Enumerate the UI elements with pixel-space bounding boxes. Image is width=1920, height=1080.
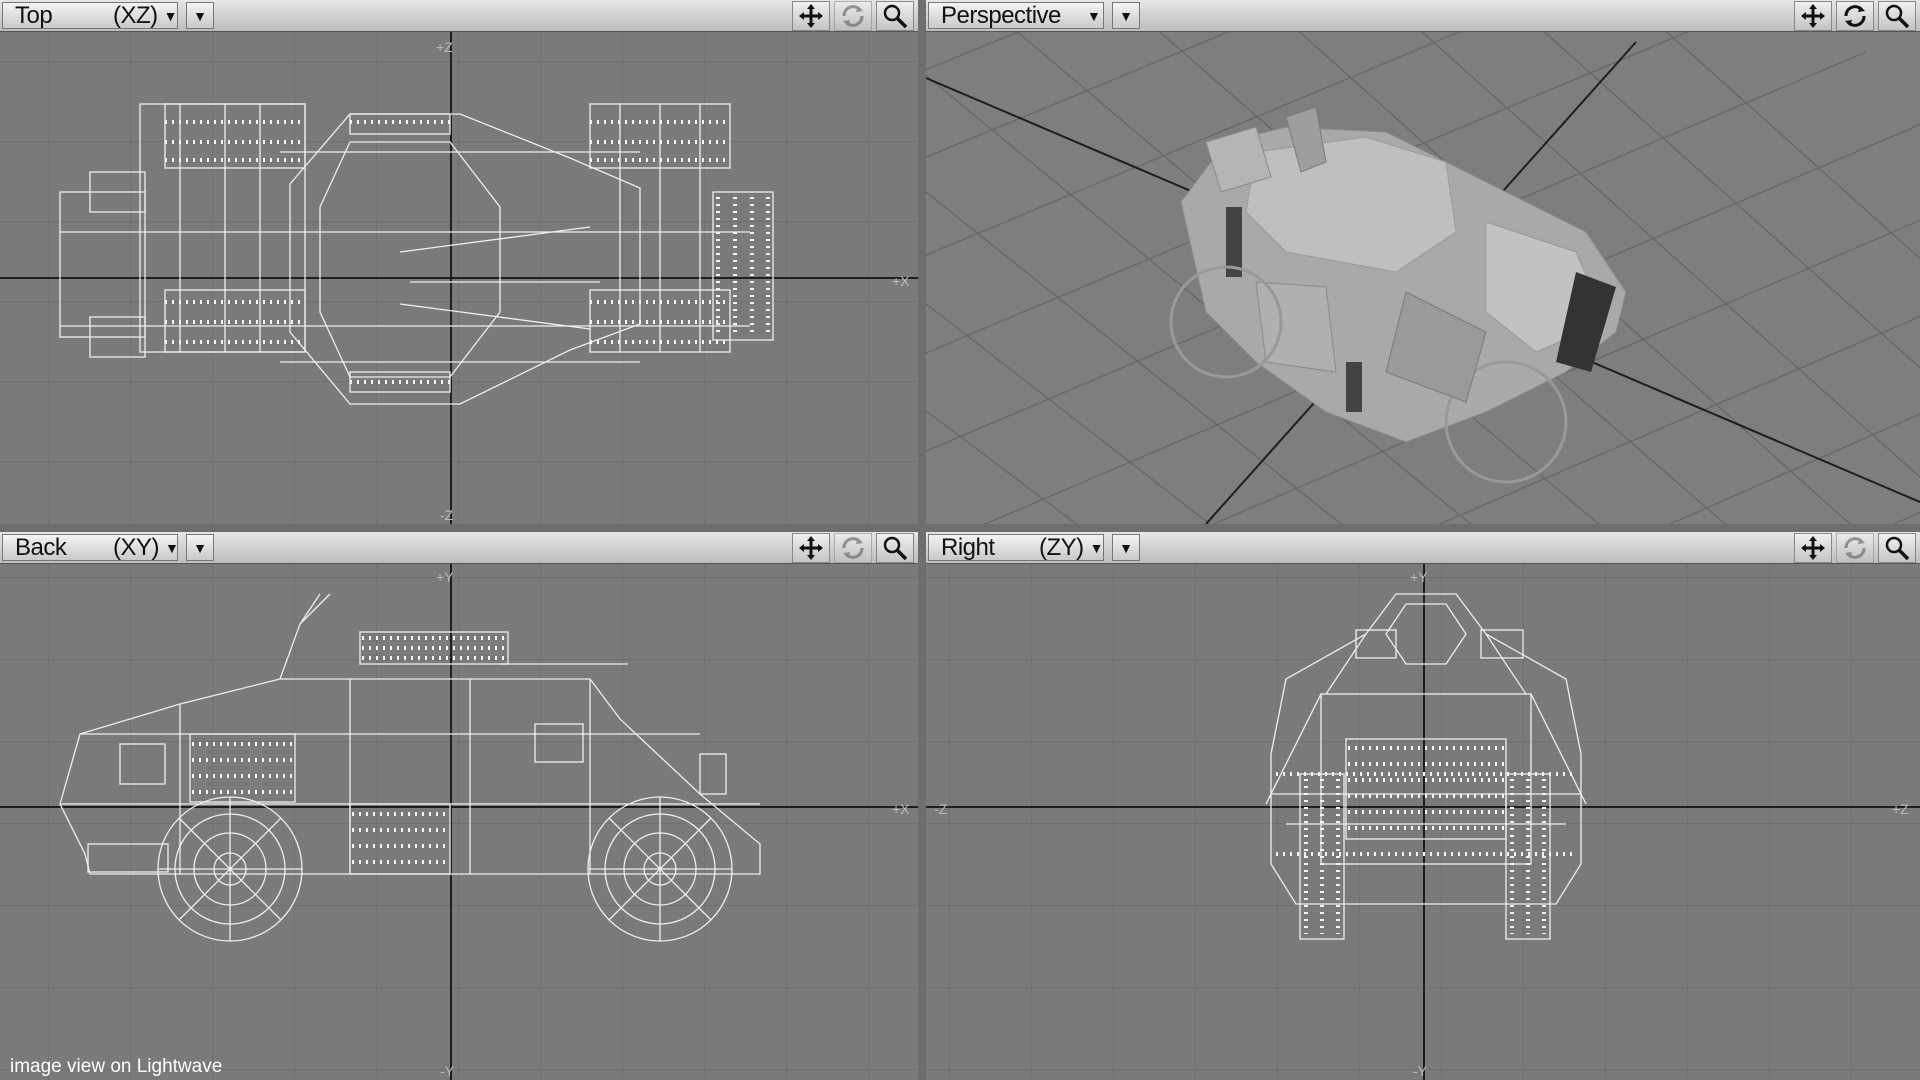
axis-label-z-left: -Z: [934, 801, 948, 817]
axis-label-y-bottom: -Y: [440, 1063, 455, 1079]
viewport-header: Back (XY) ▼ ▼: [0, 532, 918, 564]
axis-label-y-top: +Y: [436, 569, 454, 585]
zoom-view-button[interactable]: [1878, 533, 1916, 563]
view-type-dropdown-right[interactable]: Right (ZY) ▼: [928, 534, 1104, 561]
move-icon: [799, 536, 823, 560]
viewport-tools: [1794, 1, 1916, 31]
zoom-view-button[interactable]: [876, 1, 914, 31]
axis-label-x: +X: [892, 801, 910, 817]
rotate-view-button[interactable]: [1836, 1, 1874, 31]
chevron-down-icon: ▼: [1119, 539, 1133, 556]
chevron-down-icon: ▼: [1119, 7, 1133, 24]
viewport-back[interactable]: Back (XY) ▼ ▼ +X +Y -Y: [0, 532, 918, 1080]
perspective-view-svg: [926, 32, 1920, 524]
move-view-button[interactable]: [792, 1, 830, 31]
rotate-view-button[interactable]: [1836, 533, 1874, 563]
back-view-svg: +X +Y -Y: [0, 564, 918, 1080]
rotate-view-button[interactable]: [834, 1, 872, 31]
right-view-svg: -Z +Z +Y -Y: [926, 564, 1920, 1080]
move-view-button[interactable]: [1794, 533, 1832, 563]
viewport-header: Perspective ▼ ▼: [926, 0, 1920, 32]
viewport-tools: [792, 533, 914, 563]
rotate-icon: [1844, 537, 1866, 559]
axis-label-z-top: +Z: [436, 39, 453, 55]
viewport-perspective[interactable]: Perspective ▼ ▼: [926, 0, 1920, 524]
dropdown-arrow-icon: ▼: [163, 7, 178, 24]
view-axes: (ZY): [1039, 533, 1084, 561]
view-axes: (XY): [113, 533, 160, 561]
view-type-dropdown-top[interactable]: Top (XZ) ▼: [2, 2, 178, 29]
chevron-down-icon: ▼: [193, 539, 207, 556]
viewport-options-button[interactable]: ▼: [186, 2, 214, 29]
top-view-svg: +X +Z -Z: [0, 32, 918, 524]
viewport-tools: [792, 1, 914, 31]
move-view-button[interactable]: [792, 533, 830, 563]
viewport-header: Right (ZY) ▼ ▼: [926, 532, 1920, 564]
view-name: Perspective: [941, 1, 1061, 29]
viewport-header: Top (XZ) ▼ ▼: [0, 0, 918, 32]
image-caption: image view on Lightwave: [10, 1056, 223, 1077]
viewport-options-button[interactable]: ▼: [1112, 534, 1140, 561]
dropdown-arrow-icon: ▼: [1087, 7, 1101, 24]
viewport-canvas-top[interactable]: +X +Z -Z: [0, 32, 918, 524]
dropdown-arrow-icon: ▼: [1089, 539, 1104, 556]
view-name: Top: [15, 1, 53, 29]
magnifier-icon: [1885, 4, 1910, 29]
zoom-view-button[interactable]: [1878, 1, 1916, 31]
viewport-right[interactable]: Right (ZY) ▼ ▼ -Z +Z +Y -Y: [926, 532, 1920, 1080]
axis-label-y-bottom: -Y: [1413, 1063, 1428, 1079]
move-icon: [799, 4, 823, 28]
viewport-options-button[interactable]: ▼: [1112, 2, 1140, 29]
axis-label-z-right: +Z: [1892, 801, 1909, 817]
magnifier-icon: [1885, 536, 1910, 561]
viewport-options-button[interactable]: ▼: [186, 534, 214, 561]
move-view-button[interactable]: [1794, 1, 1832, 31]
move-icon: [1801, 4, 1825, 28]
rotate-view-button[interactable]: [834, 533, 872, 563]
viewport-canvas-right[interactable]: -Z +Z +Y -Y: [926, 564, 1920, 1080]
rotate-icon: [842, 537, 864, 559]
view-name: Right: [941, 533, 995, 561]
zoom-view-button[interactable]: [876, 533, 914, 563]
chevron-down-icon: ▼: [193, 7, 207, 24]
view-type-dropdown-back[interactable]: Back (XY) ▼: [2, 533, 179, 561]
dropdown-arrow-icon: ▼: [165, 539, 179, 556]
viewport-canvas-perspective[interactable]: [926, 32, 1920, 524]
magnifier-icon: [883, 4, 908, 29]
viewport-canvas-back[interactable]: +X +Y -Y: [0, 564, 918, 1080]
view-name: Back: [15, 533, 67, 561]
magnifier-icon: [883, 536, 908, 561]
axis-label-x: +X: [892, 273, 910, 289]
view-type-dropdown-perspective[interactable]: Perspective ▼: [928, 2, 1104, 29]
grid: [0, 564, 918, 1080]
axis-label-y-top: +Y: [1410, 569, 1428, 585]
move-icon: [1801, 536, 1825, 560]
axis-label-z-bottom: -Z: [440, 507, 454, 523]
rotate-icon: [842, 5, 864, 27]
viewport-top[interactable]: Top (XZ) ▼ ▼ +X +Z -Z: [0, 0, 918, 524]
view-axes: (XZ): [113, 1, 158, 29]
viewport-tools: [1794, 533, 1916, 563]
rotate-icon: [1844, 5, 1866, 27]
